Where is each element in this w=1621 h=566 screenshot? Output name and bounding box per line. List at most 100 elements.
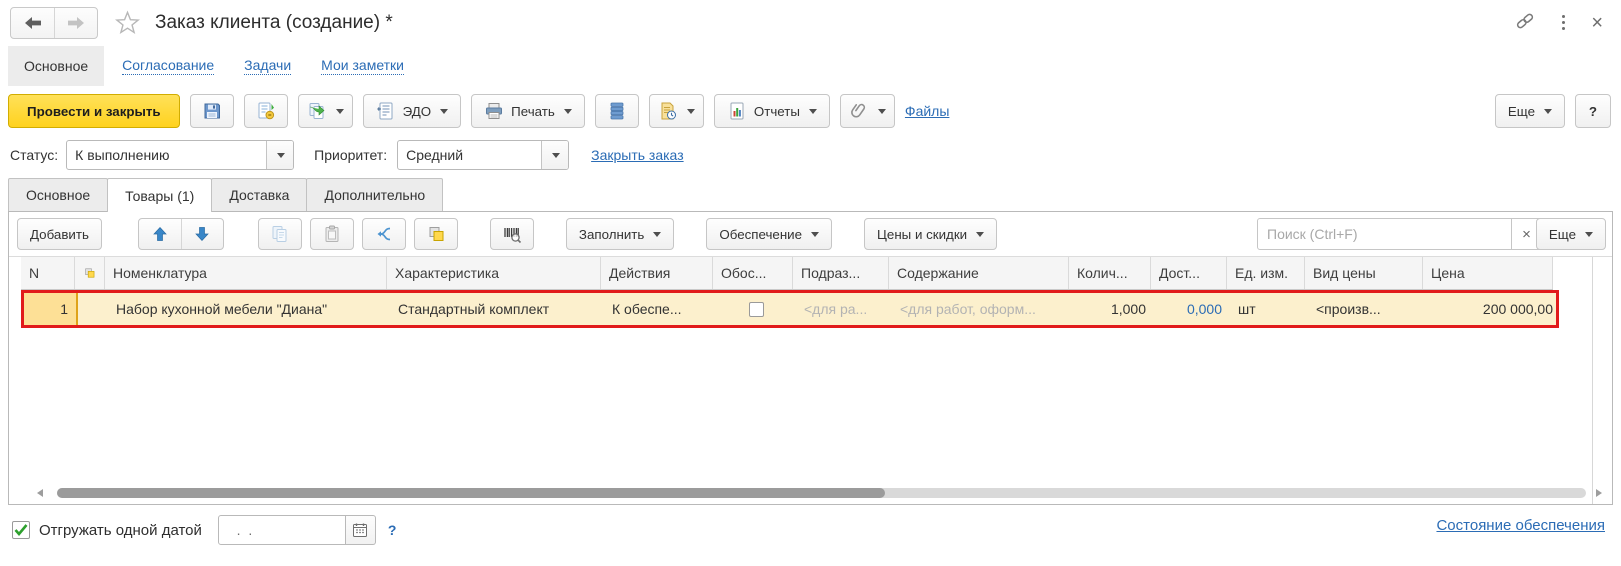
vertical-scrollbar-track[interactable] xyxy=(1592,257,1593,504)
column-header-nomenclature[interactable]: Номенклатура xyxy=(105,257,387,289)
barcode-scan-button[interactable] xyxy=(489,218,534,250)
tab-delivery[interactable]: Доставка xyxy=(211,178,308,211)
column-header-department[interactable]: Подраз... xyxy=(793,257,889,289)
fill-button[interactable]: Заполнить xyxy=(565,218,675,250)
cell-justification[interactable] xyxy=(716,293,796,325)
column-header-price[interactable]: Цена xyxy=(1423,257,1553,289)
nav-tab-main[interactable]: Основное xyxy=(8,46,105,86)
favorite-star-icon[interactable] xyxy=(114,10,141,36)
scroll-right-icon[interactable] xyxy=(1596,489,1602,497)
edo-button[interactable]: ЭДО xyxy=(362,94,462,128)
reminder-button[interactable] xyxy=(648,94,704,128)
grid-more-button[interactable]: Еще xyxy=(1535,218,1606,250)
files-link[interactable]: Файлы xyxy=(905,103,949,119)
dropdown-caret xyxy=(811,231,820,237)
cell-characteristic-flag[interactable] xyxy=(78,293,108,325)
chevron-down-icon xyxy=(277,152,286,158)
column-header-actions[interactable]: Действия xyxy=(601,257,713,289)
goods-panel: Добавить Заполнить Обеспечение Цены и ск… xyxy=(8,211,1613,505)
cell-characteristic[interactable]: Стандартный комплект xyxy=(390,293,604,325)
column-header-price-kind[interactable]: Вид цены xyxy=(1305,257,1423,289)
cell-actions[interactable]: К обеспе... xyxy=(604,293,716,325)
close-order-link[interactable]: Закрыть заказ xyxy=(591,147,684,163)
chevron-down-icon xyxy=(552,152,561,158)
calendar-button[interactable] xyxy=(345,515,376,545)
print-button[interactable]: Печать xyxy=(471,94,585,128)
save-button[interactable] xyxy=(189,94,234,128)
characteristics-button[interactable] xyxy=(413,218,458,250)
copy-link-icon[interactable] xyxy=(1514,10,1536,35)
cell-department[interactable]: <для ра... xyxy=(796,293,892,325)
nav-link-my-notes[interactable]: Мои заметки xyxy=(321,57,404,75)
column-header-characteristic-icon[interactable] xyxy=(75,257,105,289)
priority-value: Средний xyxy=(406,147,464,163)
column-header-quantity[interactable]: Колич... xyxy=(1069,257,1151,289)
add-row-button[interactable]: Добавить xyxy=(17,218,102,250)
column-header-unit[interactable]: Ед. изм. xyxy=(1227,257,1305,289)
cell-quantity[interactable]: 1,000 xyxy=(1072,293,1154,325)
copy-row-button[interactable] xyxy=(257,218,302,250)
cell-content[interactable]: <для работ, оформ... xyxy=(892,293,1072,325)
structure-button[interactable] xyxy=(594,94,639,128)
cell-nomenclature[interactable]: Набор кухонной мебели "Диана" xyxy=(108,293,390,325)
document-clock-icon xyxy=(661,102,676,120)
tab-goods[interactable]: Товары (1) xyxy=(107,178,213,212)
scroll-left-icon[interactable] xyxy=(37,489,43,497)
supply-button[interactable]: Обеспечение xyxy=(706,218,833,250)
dropdown-caret xyxy=(563,108,572,114)
forward-button[interactable] xyxy=(54,8,97,38)
justification-checkbox[interactable] xyxy=(748,301,764,317)
create-based-on-button[interactable] xyxy=(297,94,353,128)
priority-dropdown-button[interactable] xyxy=(541,141,569,169)
reports-button[interactable]: Отчеты xyxy=(713,94,830,128)
status-combo[interactable]: К выполнению xyxy=(66,140,295,170)
cell-price-kind[interactable]: <произв... xyxy=(1308,293,1426,325)
move-row-group xyxy=(137,218,224,250)
grid-more-label: Еще xyxy=(1548,226,1576,242)
structure-icon xyxy=(610,102,624,120)
nav-link-tasks[interactable]: Задачи xyxy=(244,57,292,75)
cell-row-number[interactable]: 1 xyxy=(24,293,78,325)
supply-status-link[interactable]: Состояние обеспечения xyxy=(1436,517,1605,534)
back-button[interactable] xyxy=(11,8,54,38)
column-header-content[interactable]: Содержание xyxy=(889,257,1069,289)
ship-date-input[interactable]: . . xyxy=(217,515,346,545)
ship-date-help-link[interactable]: ? xyxy=(388,522,397,538)
help-button[interactable]: ? xyxy=(1575,94,1611,128)
table-row-selected[interactable]: 1 Набор кухонной мебели "Диана" Стандарт… xyxy=(21,290,1559,328)
post-and-close-button[interactable]: Провести и закрыть xyxy=(8,94,180,128)
close-icon[interactable]: × xyxy=(1591,13,1603,33)
post-document-button[interactable] xyxy=(243,94,288,128)
prices-discounts-button[interactable]: Цены и скидки xyxy=(864,218,998,250)
priority-combo[interactable]: Средний xyxy=(397,140,570,170)
checkmark-icon xyxy=(14,524,28,536)
move-up-button[interactable] xyxy=(139,219,181,249)
save-floppy-icon xyxy=(204,103,220,119)
paste-clipboard-icon xyxy=(325,225,339,242)
nav-link-approval[interactable]: Согласование xyxy=(122,57,215,75)
split-row-button[interactable] xyxy=(361,218,406,250)
grid-toolbar: Добавить Заполнить Обеспечение Цены и ск… xyxy=(9,212,1612,257)
more-button[interactable]: Еще xyxy=(1494,94,1565,128)
section-nav: Основное Согласование Задачи Мои заметки xyxy=(0,46,1621,86)
cell-price[interactable]: 200 000,00 xyxy=(1426,293,1556,325)
attachments-button[interactable] xyxy=(839,94,895,128)
squares-icon xyxy=(85,268,95,278)
column-header-characteristic[interactable]: Характеристика xyxy=(387,257,601,289)
paste-row-button[interactable] xyxy=(309,218,354,250)
status-dropdown-button[interactable] xyxy=(266,141,294,169)
tab-additional[interactable]: Дополнительно xyxy=(306,178,444,211)
column-header-justification[interactable]: Обос... xyxy=(713,257,793,289)
cell-unit[interactable]: шт xyxy=(1230,293,1308,325)
ship-one-date-checkbox[interactable] xyxy=(12,521,30,539)
move-down-button[interactable] xyxy=(180,219,223,249)
horizontal-scrollbar[interactable] xyxy=(19,487,1602,499)
search-input[interactable] xyxy=(1257,218,1512,250)
scrollbar-thumb[interactable] xyxy=(57,488,885,498)
column-header-shipped[interactable]: Дост... xyxy=(1151,257,1227,289)
column-header-n[interactable]: N xyxy=(21,257,75,289)
tab-main[interactable]: Основное xyxy=(8,178,109,211)
dropdown-caret xyxy=(1585,231,1593,237)
cell-shipped[interactable]: 0,000 xyxy=(1154,293,1230,325)
more-menu-icon[interactable] xyxy=(1560,13,1567,32)
